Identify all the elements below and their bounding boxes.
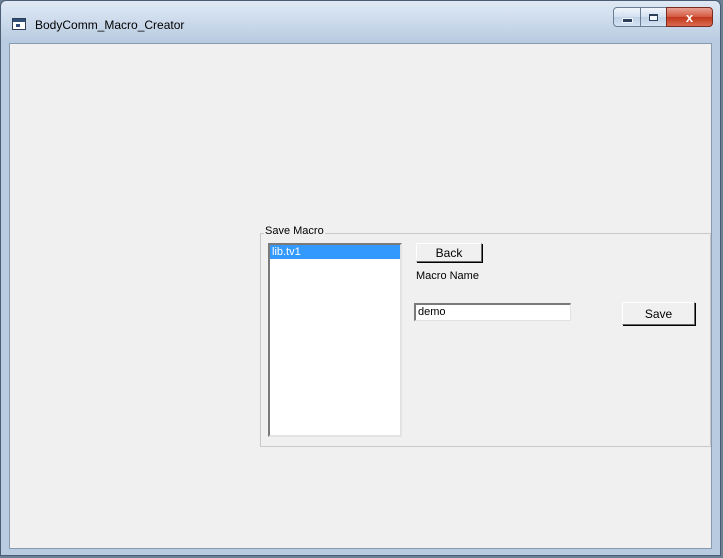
- macro-name-input[interactable]: demo: [414, 303, 571, 321]
- close-button[interactable]: x: [666, 7, 713, 27]
- save-button[interactable]: Save: [622, 302, 695, 325]
- maximize-icon: [649, 13, 658, 21]
- minimize-icon: [621, 18, 633, 23]
- title-bar[interactable]: BodyComm_Macro_Creator x: [1, 1, 720, 39]
- maximize-button[interactable]: [640, 7, 667, 27]
- macro-name-label: Macro Name: [416, 270, 479, 282]
- save-macro-group-label: Save Macro: [264, 225, 325, 237]
- client-area: Save Macro lib.tv1 Back Macro Name demo …: [9, 43, 712, 549]
- minimize-button[interactable]: [613, 7, 641, 27]
- back-button[interactable]: Back: [416, 243, 482, 262]
- macro-list-item[interactable]: lib.tv1: [270, 245, 400, 259]
- app-window: BodyComm_Macro_Creator x Save Macro lib.…: [0, 0, 721, 556]
- save-macro-groupbox: Save Macro lib.tv1 Back Macro Name demo …: [260, 225, 711, 447]
- app-window-icon[interactable]: [12, 18, 26, 30]
- close-icon: x: [685, 9, 694, 25]
- window-title: BodyComm_Macro_Creator: [35, 18, 185, 32]
- macro-listbox[interactable]: lib.tv1: [268, 243, 402, 437]
